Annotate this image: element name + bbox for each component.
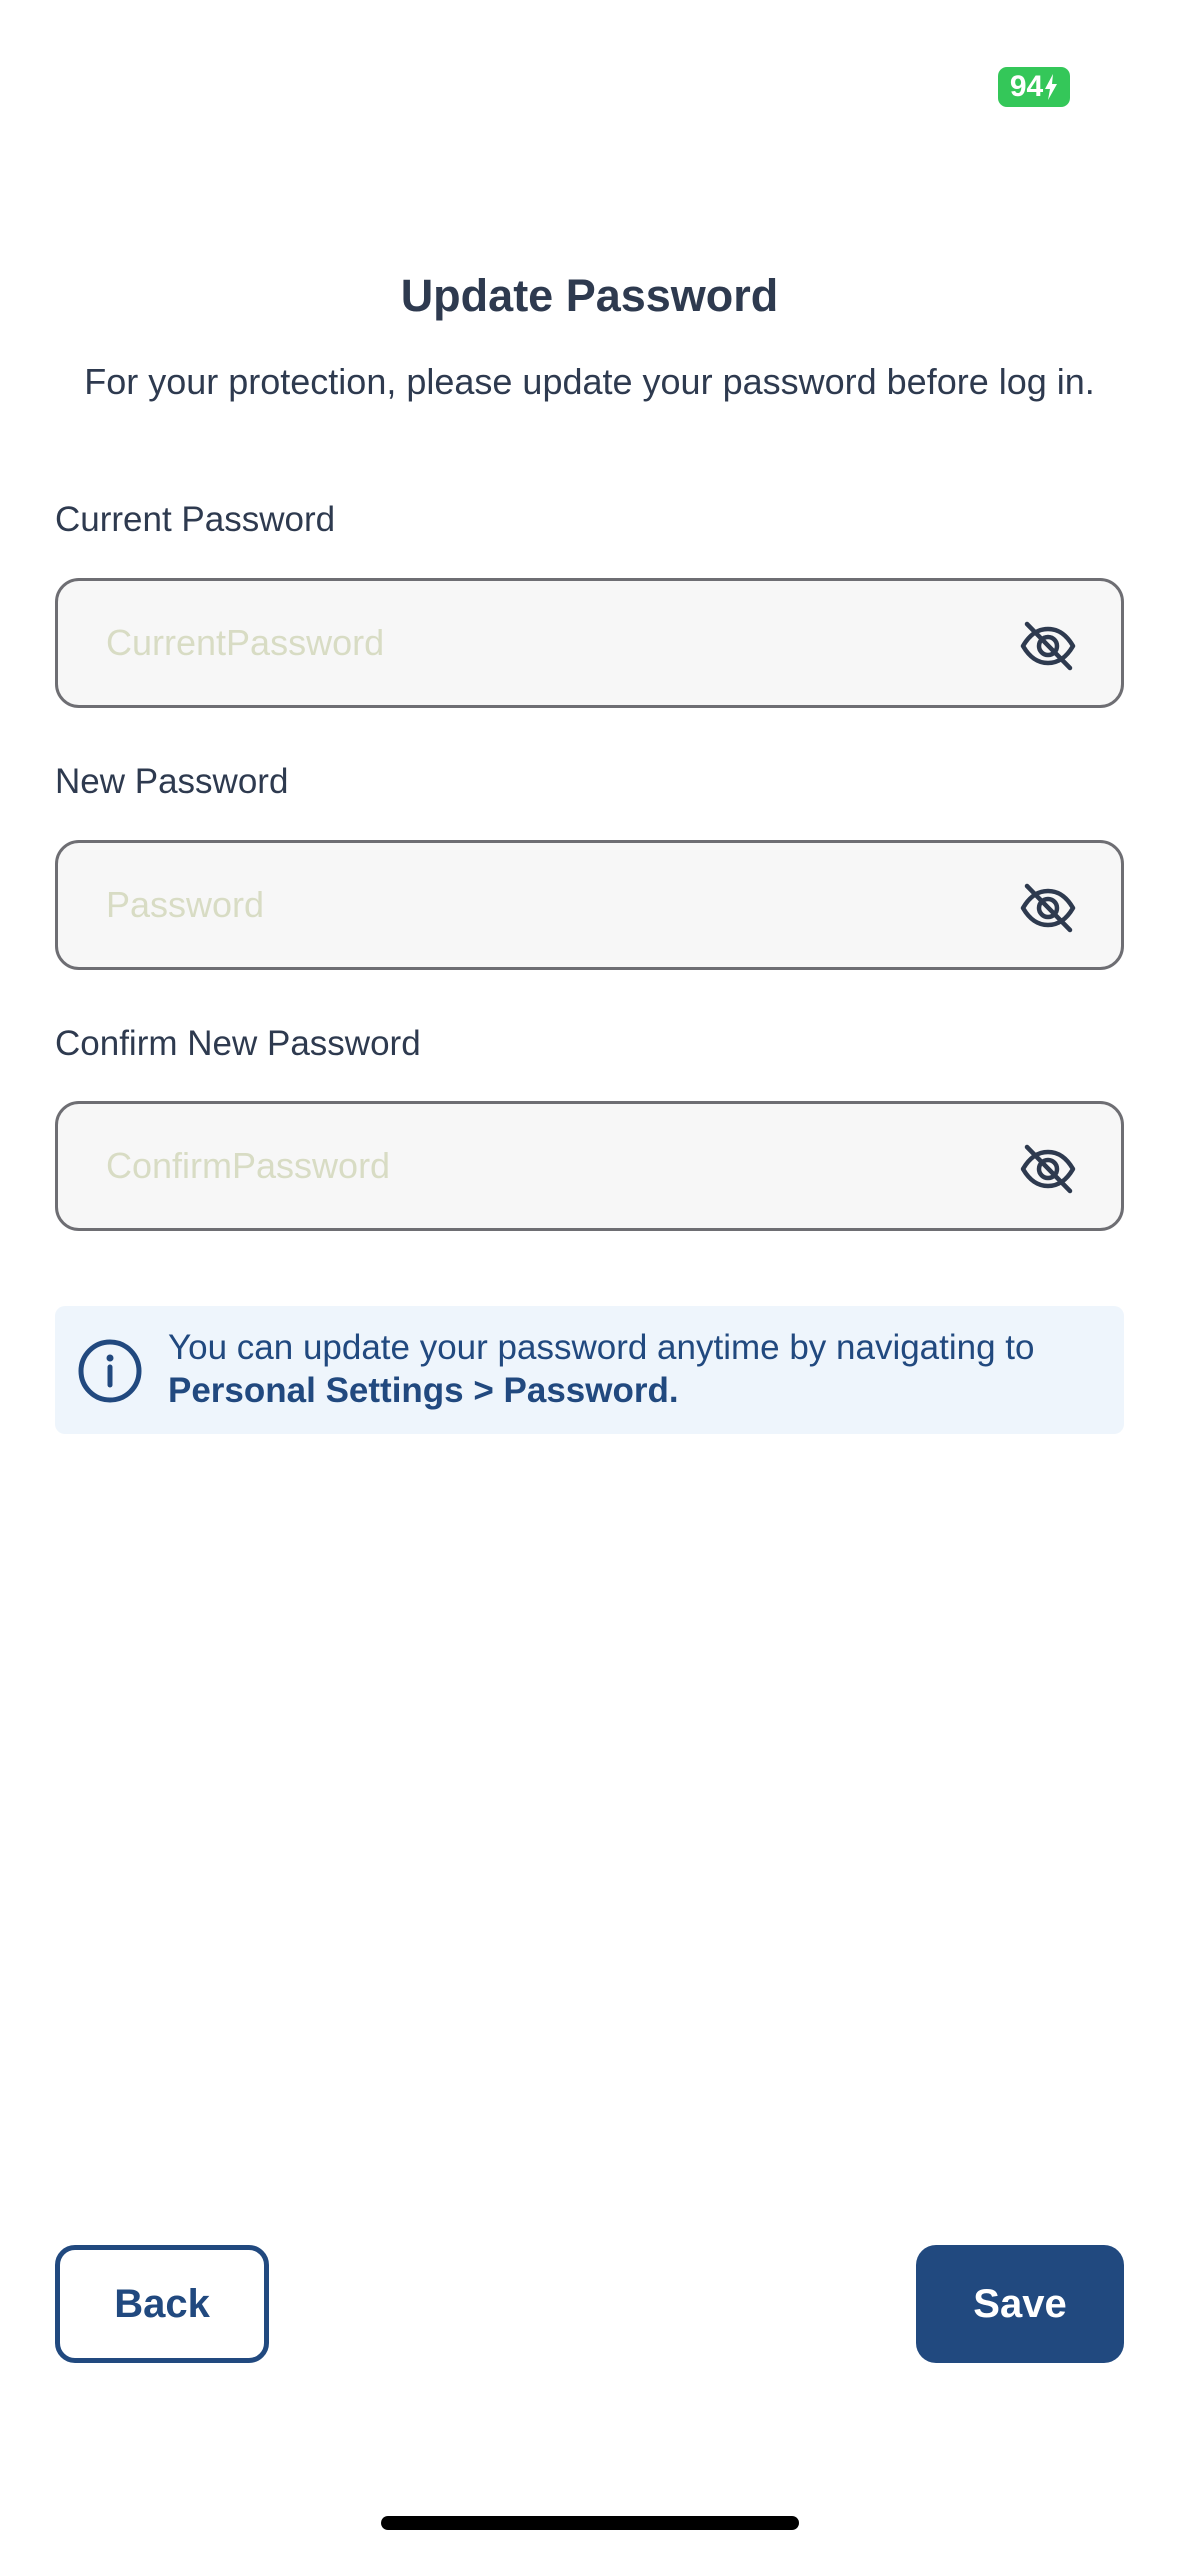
toggle-current-password-visibility[interactable] [1019, 619, 1077, 673]
save-button[interactable]: Save [916, 2245, 1124, 2363]
current-password-label: Current Password [55, 500, 336, 539]
current-password-input[interactable] [106, 581, 1006, 705]
eye-off-icon [1020, 883, 1076, 933]
info-text-path: Personal Settings > Password. [168, 1371, 679, 1410]
battery-level: 94 [1009, 70, 1044, 103]
info-banner: You can update your password anytime by … [55, 1306, 1124, 1434]
eye-off-icon [1020, 621, 1076, 671]
back-button[interactable]: Back [55, 2245, 269, 2363]
battery-indicator: 94 [998, 67, 1070, 107]
toggle-confirm-password-visibility[interactable] [1019, 1142, 1077, 1196]
new-password-label: New Password [55, 762, 289, 801]
info-text-prefix: You can update your password anytime by … [168, 1328, 1035, 1367]
info-icon [78, 1339, 142, 1403]
confirm-password-label: Confirm New Password [55, 1024, 421, 1063]
home-indicator[interactable] [381, 2516, 799, 2530]
eye-off-icon [1020, 1144, 1076, 1194]
confirm-password-field[interactable] [55, 1101, 1124, 1231]
new-password-input[interactable] [106, 843, 1006, 967]
new-password-field[interactable] [55, 840, 1124, 970]
toggle-new-password-visibility[interactable] [1019, 881, 1077, 935]
info-message: You can update your password anytime by … [168, 1326, 1084, 1412]
page-title: Update Password [400, 270, 779, 321]
charging-bolt-icon [1045, 74, 1058, 100]
confirm-password-input[interactable] [106, 1104, 1006, 1228]
current-password-field[interactable] [55, 578, 1124, 708]
page-subtitle: For your protection, please update your … [84, 361, 1095, 402]
